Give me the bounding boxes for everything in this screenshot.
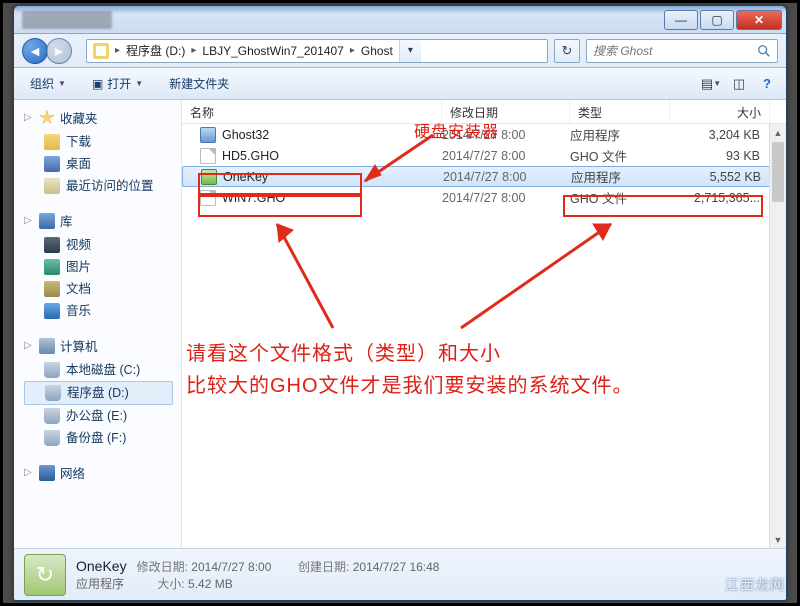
view-options-button[interactable]: ▤ ▼ xyxy=(700,73,722,95)
nav-network[interactable]: 网络 xyxy=(60,463,85,482)
selected-file-icon xyxy=(24,554,66,596)
explorer-window: — ▢ ✕ ◄ ► ▸ 程序盘 (D:) ▸ LBJY_GhostWin7_20… xyxy=(13,5,787,601)
sidebar-item-drive-c[interactable]: 本地磁盘 (C:) xyxy=(24,359,181,381)
scroll-down-button[interactable]: ▼ xyxy=(770,531,786,548)
search-icon xyxy=(757,44,771,58)
col-type[interactable]: 类型 xyxy=(570,100,670,123)
address-bar-row: ◄ ► ▸ 程序盘 (D:) ▸ LBJY_GhostWin7_201407 ▸… xyxy=(14,34,786,68)
libraries-icon xyxy=(39,213,55,229)
drive-icon xyxy=(44,430,60,446)
nav-favorites[interactable]: 收藏夹 xyxy=(60,108,98,127)
network-icon xyxy=(39,465,55,481)
breadcrumb-seg-0[interactable]: 程序盘 (D:) xyxy=(120,40,191,62)
details-pane: OneKey 修改日期: 2014/7/27 8:00 创建日期: 2014/7… xyxy=(14,548,786,600)
desktop-icon xyxy=(44,156,60,172)
file-list: Ghost32 2014/7/27 8:00 应用程序 3,204 KB HD5… xyxy=(182,124,786,208)
file-icon xyxy=(200,148,216,164)
document-icon xyxy=(44,281,60,297)
sidebar-item-desktop[interactable]: 桌面 xyxy=(24,153,181,175)
nav-back-button[interactable]: ◄ xyxy=(22,38,48,64)
sidebar-item-documents[interactable]: 文档 xyxy=(24,278,181,300)
file-row-win7gho[interactable]: WIN7.GHO 2014/7/27 8:00 GHO 文件 2,715,365… xyxy=(182,187,786,208)
column-headers: 名称 修改日期 类型 大小 xyxy=(182,100,786,124)
sidebar-item-drive-f[interactable]: 备份盘 (F:) xyxy=(24,427,181,449)
sidebar-item-videos[interactable]: 视频 xyxy=(24,234,181,256)
sidebar-item-downloads[interactable]: 下载 xyxy=(24,131,181,153)
scroll-up-button[interactable]: ▲ xyxy=(770,124,786,141)
drive-icon xyxy=(93,43,109,59)
folder-icon xyxy=(44,134,60,150)
sidebar-item-drive-d[interactable]: 程序盘 (D:) xyxy=(24,381,173,405)
scroll-thumb[interactable] xyxy=(772,142,784,202)
file-icon xyxy=(200,190,216,206)
vertical-scrollbar[interactable]: ▲ ▼ xyxy=(769,124,786,548)
new-folder-button[interactable]: 新建文件夹 xyxy=(161,71,237,96)
drive-icon xyxy=(44,408,60,424)
file-row-hd5gho[interactable]: HD5.GHO 2014/7/27 8:00 GHO 文件 93 KB xyxy=(182,145,786,166)
exe-icon xyxy=(201,169,217,185)
favorites-icon xyxy=(39,110,55,126)
nav-libraries[interactable]: 库 xyxy=(60,211,73,230)
sidebar-item-drive-e[interactable]: 办公盘 (E:) xyxy=(24,405,181,427)
col-size[interactable]: 大小 xyxy=(670,100,770,123)
drive-icon xyxy=(44,362,60,378)
sidebar-item-music[interactable]: 音乐 xyxy=(24,300,181,322)
new-folder-label: 新建文件夹 xyxy=(169,75,229,92)
nav-computer[interactable]: 计算机 xyxy=(60,336,98,355)
picture-icon xyxy=(44,259,60,275)
organize-label: 组织 xyxy=(30,75,54,92)
maximize-button[interactable]: ▢ xyxy=(700,10,734,30)
file-row-onekey[interactable]: OneKey 2014/7/27 8:00 应用程序 5,552 KB xyxy=(182,166,786,187)
search-input[interactable] xyxy=(593,44,753,58)
address-dropdown-button[interactable]: ▾ xyxy=(399,40,421,62)
details-filetype: 应用程序 xyxy=(76,577,124,591)
organize-button[interactable]: 组织 ▼ xyxy=(22,71,74,96)
preview-pane-button[interactable]: ◫ xyxy=(728,73,750,95)
title-bar: — ▢ ✕ xyxy=(14,6,786,34)
file-row-ghost32[interactable]: Ghost32 2014/7/27 8:00 应用程序 3,204 KB xyxy=(182,124,786,145)
sidebar-item-pictures[interactable]: 图片 xyxy=(24,256,181,278)
file-list-pane: 名称 修改日期 类型 大小 Ghost32 2014/7/27 8:00 应用程… xyxy=(182,100,786,548)
open-button[interactable]: ▣ 打开 ▼ xyxy=(84,71,151,96)
chevron-down-icon: ▼ xyxy=(58,79,66,88)
navigation-pane: ▷收藏夹 下载 桌面 最近访问的位置 ▷库 视频 图片 文档 音乐 ▷计算机 本… xyxy=(14,100,182,548)
open-label: 打开 xyxy=(107,75,131,92)
close-button[interactable]: ✕ xyxy=(736,10,782,30)
minimize-button[interactable]: — xyxy=(664,10,698,30)
chevron-down-icon: ▼ xyxy=(135,79,143,88)
recent-icon xyxy=(44,178,60,194)
help-button[interactable]: ? xyxy=(756,73,778,95)
breadcrumb-seg-1[interactable]: LBJY_GhostWin7_201407 xyxy=(196,40,349,62)
nav-forward-button: ► xyxy=(46,38,72,64)
command-bar: 组织 ▼ ▣ 打开 ▼ 新建文件夹 ▤ ▼ ◫ ? xyxy=(14,68,786,100)
search-box[interactable] xyxy=(586,39,778,63)
col-name[interactable]: 名称 xyxy=(182,100,442,123)
video-icon xyxy=(44,237,60,253)
computer-icon xyxy=(39,338,55,354)
address-bar[interactable]: ▸ 程序盘 (D:) ▸ LBJY_GhostWin7_201407 ▸ Gho… xyxy=(86,39,548,63)
breadcrumb-seg-2[interactable]: Ghost xyxy=(355,40,399,62)
title-text-blurred xyxy=(22,11,112,29)
watermark: 江西龙网 xyxy=(725,575,785,595)
open-icon: ▣ xyxy=(92,77,103,91)
music-icon xyxy=(44,303,60,319)
refresh-button[interactable]: ↻ xyxy=(554,39,580,63)
sidebar-item-recent[interactable]: 最近访问的位置 xyxy=(24,175,181,197)
exe-icon xyxy=(200,127,216,143)
details-filename: OneKey xyxy=(76,558,127,574)
drive-icon xyxy=(45,385,61,401)
col-date[interactable]: 修改日期 xyxy=(442,100,570,123)
